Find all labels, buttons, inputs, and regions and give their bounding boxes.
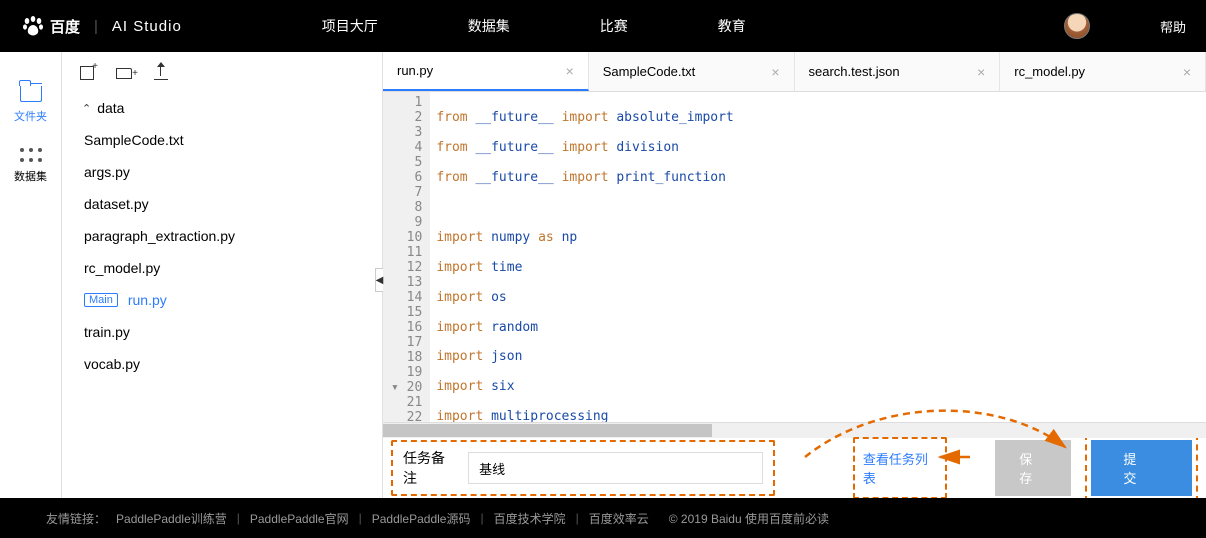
file-paragraph[interactable]: paragraph_extraction.py xyxy=(84,220,382,252)
file-samplecode[interactable]: SampleCode.txt xyxy=(84,124,382,156)
footer-label: 友情链接： xyxy=(46,510,106,527)
file-dataset[interactable]: dataset.py xyxy=(84,188,382,220)
caret-icon: ⌃ xyxy=(82,102,91,115)
footer-link-1[interactable]: PaddlePaddle训练营 xyxy=(116,510,227,527)
baidu-text: 百度 xyxy=(50,16,80,37)
file-rcmodel[interactable]: rc_model.py xyxy=(84,252,382,284)
collapse-handle[interactable]: ◀ xyxy=(375,268,383,292)
left-nav: 文件夹 数据集 xyxy=(0,52,62,498)
new-file-button[interactable] xyxy=(80,66,94,84)
paw-icon xyxy=(20,13,46,39)
file-actions xyxy=(62,62,382,92)
footer-link-5[interactable]: 百度效率云 xyxy=(589,510,649,527)
dataset-icon xyxy=(20,148,42,162)
footer: 友情链接： PaddlePaddle训练营| PaddlePaddle官网| P… xyxy=(0,498,1206,538)
ai-studio-text: AI Studio xyxy=(112,18,182,35)
logo-area: 百度 | AI Studio xyxy=(20,13,182,39)
file-train[interactable]: train.py xyxy=(84,316,382,348)
close-icon[interactable]: × xyxy=(771,64,779,80)
new-folder-button[interactable] xyxy=(116,66,132,84)
scroll-thumb[interactable] xyxy=(383,424,712,437)
editor-tabs: run.py× SampleCode.txt× search.test.json… xyxy=(383,52,1206,92)
submit-button[interactable]: 提 交 xyxy=(1091,440,1192,496)
nav-links: 项目大厅 数据集 比赛 教育 xyxy=(322,16,746,36)
tab-search[interactable]: search.test.json× xyxy=(795,52,1001,91)
upload-button[interactable] xyxy=(154,66,168,84)
task-label: 任务备注 xyxy=(403,448,456,488)
code-editor[interactable]: 12345678910111213141516171819▾ 202122232… xyxy=(383,92,1206,422)
file-tree: ⌃ data SampleCode.txt args.py dataset.py… xyxy=(62,92,382,380)
footer-copyright: © 2019 Baidu 使用百度前必读 xyxy=(669,510,829,527)
close-icon[interactable]: × xyxy=(566,63,574,79)
nav-projects[interactable]: 项目大厅 xyxy=(322,16,378,36)
close-icon[interactable]: × xyxy=(977,64,985,80)
close-icon[interactable]: × xyxy=(1183,64,1191,80)
nav-datasets[interactable]: 数据集 xyxy=(468,16,510,36)
footer-link-2[interactable]: PaddlePaddle官网 xyxy=(250,510,349,527)
save-button[interactable]: 保 存 xyxy=(995,440,1071,496)
footer-link-3[interactable]: PaddlePaddle源码 xyxy=(372,510,471,527)
task-input[interactable] xyxy=(468,452,763,484)
main-area: 文件夹 数据集 ⌃ data SampleCode.txt args.py da… xyxy=(0,52,1206,498)
code-content[interactable]: from __future__ import absolute_import f… xyxy=(430,92,1206,422)
baidu-logo[interactable]: 百度 xyxy=(20,13,80,39)
line-gutter: 12345678910111213141516171819▾ 202122232… xyxy=(383,92,430,422)
tab-run[interactable]: run.py× xyxy=(383,52,589,91)
logo-divider: | xyxy=(94,18,98,35)
editor-area: ◀ run.py× SampleCode.txt× search.test.js… xyxy=(382,52,1206,498)
top-nav: 百度 | AI Studio 项目大厅 数据集 比赛 教育 帮助 xyxy=(0,0,1206,52)
footer-link-4[interactable]: 百度技术学院 xyxy=(494,510,566,527)
bottom-bar: 任务备注 查看任务列表 保 存 提 交 xyxy=(383,438,1206,498)
horizontal-scrollbar[interactable] xyxy=(383,422,1206,438)
tab-samplecode[interactable]: SampleCode.txt× xyxy=(589,52,795,91)
file-panel: ⌃ data SampleCode.txt args.py dataset.py… xyxy=(62,52,382,498)
file-vocab[interactable]: vocab.py xyxy=(84,348,382,380)
submit-box: 提 交 xyxy=(1085,434,1198,502)
main-badge: Main xyxy=(84,293,118,307)
tab-rcmodel[interactable]: rc_model.py× xyxy=(1000,52,1206,91)
nav-right: 帮助 xyxy=(1064,13,1186,39)
avatar[interactable] xyxy=(1064,13,1090,39)
leftnav-datasets[interactable]: 数据集 xyxy=(0,138,61,198)
leftnav-folders[interactable]: 文件夹 xyxy=(0,76,61,138)
folder-data[interactable]: ⌃ data xyxy=(76,92,382,124)
file-args[interactable]: args.py xyxy=(84,156,382,188)
file-run[interactable]: Main run.py xyxy=(84,284,382,316)
nav-edu[interactable]: 教育 xyxy=(718,16,746,36)
task-note-box: 任务备注 xyxy=(391,440,775,496)
nav-help[interactable]: 帮助 xyxy=(1160,17,1186,36)
view-tasks-link[interactable]: 查看任务列表 xyxy=(853,437,947,499)
nav-compete[interactable]: 比赛 xyxy=(600,16,628,36)
folder-icon xyxy=(20,86,42,102)
